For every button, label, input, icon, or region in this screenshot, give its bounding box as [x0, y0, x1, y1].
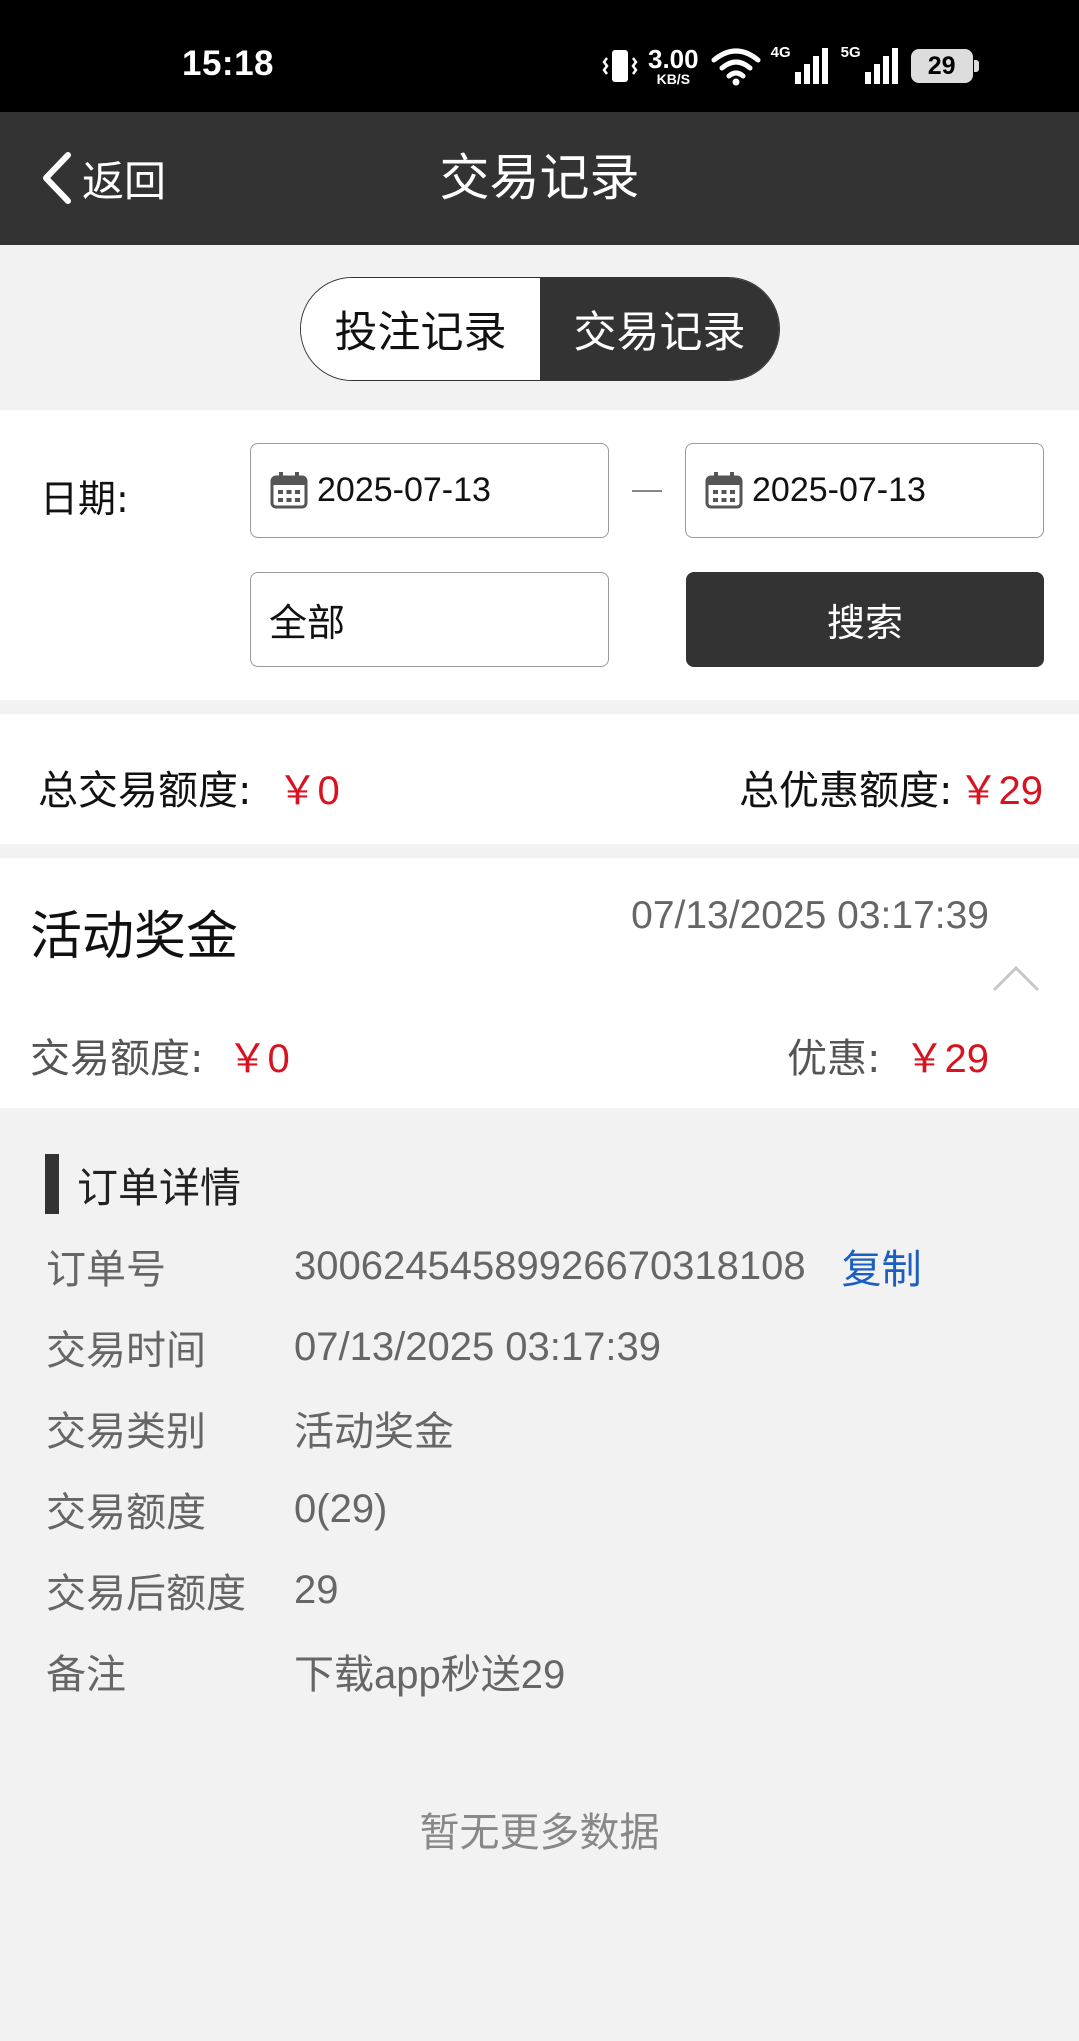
record-amount-value: ￥0: [227, 1037, 290, 1081]
detail-key: 交易额度: [46, 1490, 206, 1536]
tab-section: 投注记录 交易记录: [0, 245, 1079, 410]
end-date-input[interactable]: 2025-07-13: [685, 443, 1044, 538]
detail-row-transaction-type: 交易类别 活动奖金: [46, 1398, 454, 1458]
detail-row-transaction-amount: 交易额度 0(29): [46, 1479, 387, 1539]
record-bonus-value: ￥29: [904, 1037, 990, 1081]
detail-key: 备注: [46, 1652, 126, 1698]
battery-level: 29: [927, 51, 956, 80]
detail-row-order-number: 订单号 30062454589926670318108 复制: [46, 1236, 922, 1296]
total-bonus-value: ￥29: [958, 769, 1044, 813]
total-amount-value: ￥0: [277, 769, 340, 813]
wifi-icon: [711, 48, 761, 86]
record-amount-label: 交易额度:: [30, 1036, 204, 1082]
signal-5g-icon: [864, 48, 898, 84]
tab-bet-records[interactable]: 投注记录: [301, 278, 540, 380]
calendar-icon: [270, 471, 308, 508]
detail-key: 交易后额度: [46, 1571, 246, 1617]
status-icons: 3.00 KB/S 4G 5G 29: [602, 44, 979, 88]
net-speed: 3.00 KB/S: [648, 46, 699, 86]
signal-4g-icon: [794, 48, 828, 84]
detail-row-balance-after: 交易后额度 29: [46, 1560, 339, 1620]
total-amount-label: 总交易额度:: [38, 768, 252, 814]
order-detail-title: 订单详情: [77, 1164, 241, 1212]
filter-panel: 日期: 2025-07-13 2025-07-13 全部 搜索: [0, 410, 1079, 700]
end-date-value: 2025-07-13: [752, 471, 926, 509]
detail-value: 30062454589926670318108: [294, 1243, 806, 1288]
record-type-tabs: 投注记录 交易记录: [300, 277, 780, 381]
heading-accent-bar: [45, 1154, 59, 1214]
calendar-icon: [705, 471, 743, 508]
vibrate-icon: [602, 50, 638, 82]
status-bar: 15:18 3.00 KB/S 4G 5G 29: [0, 0, 1079, 112]
tab-transaction-records[interactable]: 交易记录: [540, 278, 779, 380]
order-detail-heading: 订单详情: [45, 1154, 241, 1214]
record-time: 07/13/2025 03:17:39: [631, 894, 989, 937]
no-more-data-text: 暂无更多数据: [419, 1810, 660, 1856]
detail-row-transaction-time: 交易时间 07/13/2025 03:17:39: [46, 1317, 661, 1377]
status-time: 15:18: [182, 44, 275, 83]
detail-key: 交易时间: [46, 1328, 206, 1374]
search-button[interactable]: 搜索: [686, 572, 1044, 667]
network-5g-label: 5G: [840, 44, 861, 61]
net-speed-unit: KB/S: [656, 71, 691, 87]
detail-key: 订单号: [46, 1247, 166, 1293]
copy-button[interactable]: 复制: [842, 1237, 922, 1295]
detail-value: 下载app秒送29: [294, 1653, 566, 1697]
start-date-value: 2025-07-13: [317, 471, 491, 509]
detail-key: 交易类别: [46, 1409, 206, 1455]
record-card[interactable]: 活动奖金 07/13/2025 03:17:39 交易额度: ￥0 优惠: ￥2…: [0, 858, 1079, 1108]
transaction-type-select[interactable]: 全部: [250, 572, 609, 667]
record-bonus: 优惠: ￥29: [787, 1026, 989, 1084]
nav-bar: 返回 交易记录: [0, 112, 1079, 245]
start-date-input[interactable]: 2025-07-13: [250, 443, 609, 538]
date-range-separator: [632, 490, 662, 492]
back-button[interactable]: 返回: [40, 148, 166, 208]
record-bonus-label: 优惠:: [787, 1036, 881, 1082]
chevron-left-icon: [43, 152, 71, 204]
record-amount: 交易额度: ￥0: [30, 1026, 290, 1084]
totals-summary: 总交易额度: ￥0 总优惠额度: ￥29: [0, 714, 1079, 844]
detail-value: 活动奖金: [294, 1410, 454, 1454]
net-speed-value: 3.00: [648, 44, 699, 74]
record-title: 活动奖金: [30, 907, 239, 967]
detail-value: 29: [294, 1567, 339, 1612]
battery-icon: 29: [910, 49, 979, 83]
total-bonus: 总优惠额度: ￥29: [739, 758, 1043, 816]
total-bonus-label: 总优惠额度:: [739, 768, 953, 814]
detail-value: 07/13/2025 03:17:39: [294, 1324, 662, 1369]
detail-value: 0(29): [294, 1486, 388, 1531]
date-label: 日期:: [40, 477, 129, 521]
chevron-up-icon[interactable]: [991, 964, 1041, 994]
back-label: 返回: [82, 156, 167, 206]
total-amount: 总交易额度: ￥0: [38, 758, 340, 816]
network-4g-label: 4G: [770, 44, 791, 61]
detail-row-remark: 备注 下载app秒送29: [46, 1641, 565, 1701]
